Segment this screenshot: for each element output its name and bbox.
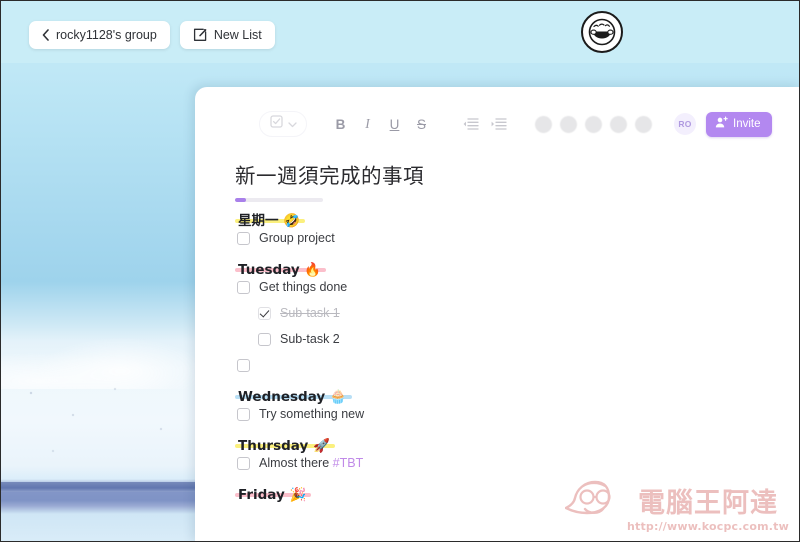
day-section-header-row: Wednesday 🧁 — [235, 378, 779, 404]
task-label: Try something new — [259, 407, 365, 421]
sheep-avatar-icon[interactable] — [581, 11, 623, 53]
day-section-header[interactable]: Friday 🎉 — [235, 488, 312, 502]
task-checkbox[interactable] — [237, 280, 250, 294]
day-section-header-row: 星期一 🤣 — [235, 202, 779, 228]
day-section-header-row: Thursday 🚀 — [235, 427, 779, 453]
task-row[interactable]: Sub-task 2 — [235, 326, 779, 352]
formatting-toolbar: B I U S RO Invite — [195, 101, 799, 147]
app-window: rocky1128's group New List B I U S RO In… — [0, 0, 800, 542]
underline-button[interactable]: U — [381, 117, 408, 132]
day-section-label: Tuesday — [238, 262, 300, 278]
day-section-header[interactable]: 星期一 🤣 — [235, 214, 306, 228]
task-checkbox[interactable] — [258, 332, 271, 346]
compose-icon — [193, 28, 207, 42]
checkbox-icon — [269, 115, 283, 133]
color-swatch[interactable] — [560, 115, 577, 133]
day-section-emoji: 🤣 — [278, 213, 301, 229]
page-title[interactable]: 新一週須完成的事項 — [235, 159, 779, 189]
day-section-label: Wednesday — [238, 389, 326, 405]
color-swatch[interactable] — [535, 115, 552, 133]
day-section-header[interactable]: Thursday 🚀 — [235, 439, 335, 453]
snow-speckles — [1, 381, 221, 481]
task-label: Sub-task 2 — [280, 332, 340, 346]
task-row[interactable]: Sub-task 1 — [235, 300, 779, 326]
new-list-button[interactable]: New List — [179, 21, 275, 49]
day-section-label: Thursday — [238, 438, 309, 454]
task-label: Get things done — [259, 280, 348, 294]
checkbox-style-dropdown[interactable] — [259, 111, 307, 137]
outdent-icon[interactable] — [457, 117, 485, 131]
italic-button[interactable]: I — [354, 116, 381, 132]
task-row[interactable]: Group project — [235, 225, 779, 251]
day-section-header[interactable]: Wednesday 🧁 — [235, 390, 352, 404]
document-body: 新一週須完成的事項 星期一 🤣 Group project Tuesday 🔥 Get… — [195, 147, 799, 502]
task-label: Sub-task 1 — [280, 306, 340, 320]
invite-label: Invite — [733, 118, 761, 130]
task-checkbox[interactable] — [258, 306, 271, 320]
color-swatch[interactable] — [585, 115, 602, 133]
add-person-icon — [715, 116, 728, 132]
color-swatch[interactable] — [635, 115, 652, 133]
member-avatar[interactable]: RO — [674, 113, 696, 135]
color-swatch-group — [535, 115, 652, 133]
task-label: Almost there #TBT — [259, 456, 364, 470]
chevron-down-icon — [287, 115, 297, 133]
task-checkbox[interactable] — [237, 456, 250, 470]
day-section-label: Friday — [238, 487, 285, 503]
strikethrough-button[interactable]: S — [408, 117, 435, 132]
task-checkbox[interactable] — [237, 407, 250, 421]
day-section-header-row: Friday 🎉 — [235, 476, 779, 502]
new-list-label: New List — [213, 28, 262, 42]
top-bar: rocky1128's group New List — [29, 21, 275, 49]
day-section-emoji: 🔥 — [299, 262, 322, 278]
day-section-emoji: 🚀 — [308, 438, 330, 454]
task-row[interactable] — [235, 352, 779, 378]
day-section-emoji: 🎉 — [284, 487, 307, 503]
color-swatch[interactable] — [610, 115, 627, 133]
back-to-group-button[interactable]: rocky1128's group — [29, 21, 170, 49]
task-checkbox[interactable] — [237, 231, 250, 245]
day-section-label: 星期一 — [238, 213, 279, 229]
chevron-left-icon — [42, 29, 49, 41]
bold-button[interactable]: B — [327, 117, 354, 132]
day-section-header-row: Tuesday 🔥 — [235, 251, 779, 277]
task-sections: 星期一 🤣 Group project Tuesday 🔥 Get things do… — [235, 202, 779, 502]
invite-button[interactable]: Invite — [706, 111, 772, 137]
indent-icon[interactable] — [485, 117, 513, 131]
task-hashtag[interactable]: #TBT — [333, 456, 364, 470]
back-button-label: rocky1128's group — [56, 28, 157, 42]
task-label: Group project — [259, 231, 335, 245]
day-section-emoji: 🧁 — [325, 389, 347, 405]
day-section-header[interactable]: Tuesday 🔥 — [235, 263, 327, 277]
editor-panel: B I U S RO Invite 新一週須完成的事項 星期一 🤣 Group … — [195, 87, 799, 541]
task-checkbox[interactable] — [237, 358, 250, 372]
